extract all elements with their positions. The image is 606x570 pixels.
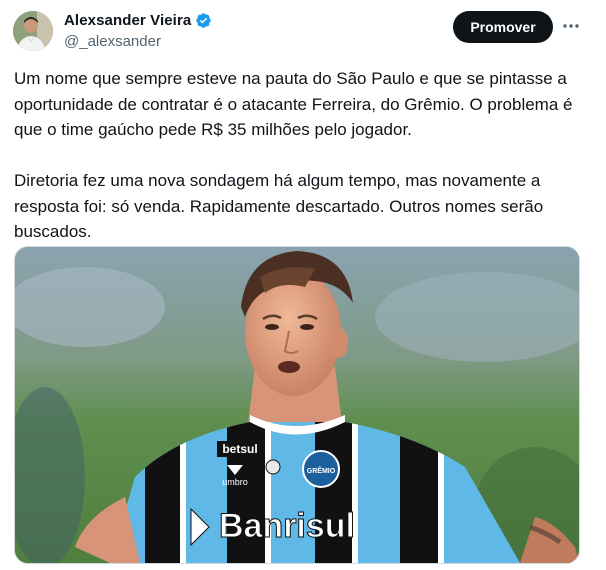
- verified-badge-icon[interactable]: [195, 12, 212, 29]
- tweet-paragraph-2: Diretoria fez uma nova sondagem há algum…: [14, 171, 544, 241]
- tweet-paragraph-1: Um nome que sempre esteve na pauta do Sã…: [14, 69, 573, 139]
- author-avatar[interactable]: [13, 11, 53, 51]
- club-crest-text: GRÊMIO: [307, 466, 336, 475]
- player-photo: betsul umbro GRÊMIO Banrisul: [15, 247, 579, 563]
- tweet-card: Alexsander Vieira @_alexsander Promover …: [0, 0, 606, 570]
- author-name-row: Alexsander Vieira: [64, 12, 212, 29]
- kit-brand-text: umbro: [222, 477, 248, 487]
- tweet-photo[interactable]: betsul umbro GRÊMIO Banrisul: [14, 246, 580, 564]
- promote-button[interactable]: Promover: [453, 11, 553, 43]
- author-handle[interactable]: @_alexsander: [64, 33, 161, 50]
- more-options-button[interactable]: [561, 16, 581, 36]
- profile-avatar-icon: [13, 11, 53, 51]
- tweet-text: Um nome que sempre esteve na pauta do Sã…: [14, 66, 584, 245]
- more-horizontal-icon: [563, 24, 579, 28]
- main-sponsor-text: Banrisul: [219, 507, 355, 545]
- author-display-name[interactable]: Alexsander Vieira: [64, 12, 191, 29]
- chest-sponsor-text: betsul: [222, 442, 257, 456]
